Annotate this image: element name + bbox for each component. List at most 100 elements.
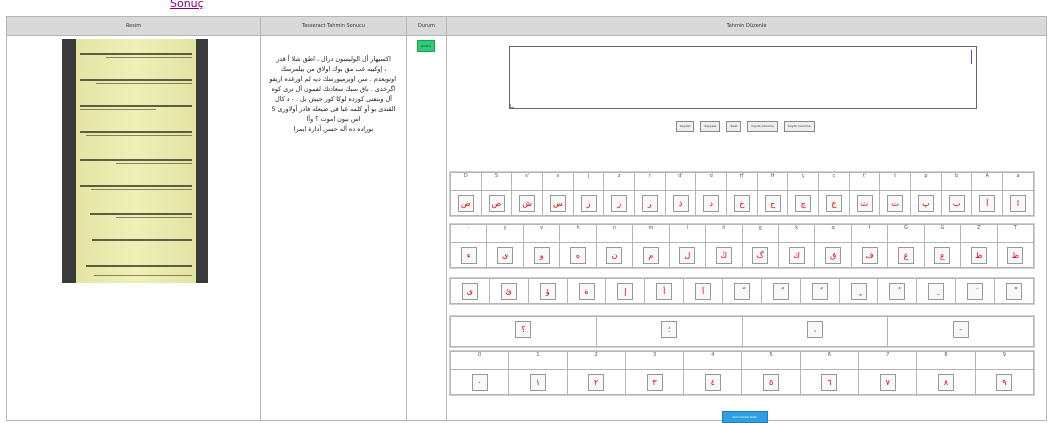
letter-key[interactable]: ح <box>764 195 781 212</box>
letter-key[interactable]: ذ <box>672 195 689 212</box>
edit-textarea[interactable] <box>509 46 977 109</box>
letter-key[interactable]: ص <box>488 195 505 212</box>
key-label: s <box>542 172 574 191</box>
kayitli-cevirme-button[interactable]: Kayıtlı Cevirme <box>747 121 778 132</box>
letter-key[interactable]: ص <box>457 195 474 212</box>
diacritic-key[interactable]: ى <box>461 283 478 300</box>
letter-key[interactable]: چ <box>795 195 812 212</box>
sesli-button[interactable]: Sesli <box>726 121 742 132</box>
letter-key[interactable]: خ <box>733 195 750 212</box>
diacritic-key[interactable]: ؤ <box>539 283 556 300</box>
letter-key[interactable]: ث <box>856 195 873 212</box>
key-label: 0 <box>449 351 510 370</box>
letter-key[interactable]: ط <box>1007 247 1024 264</box>
punctuation-key[interactable]: ؟ <box>515 321 532 338</box>
key-label: H <box>756 172 789 191</box>
key-label: g <box>741 224 779 243</box>
kopyala-button[interactable]: Kopyala <box>700 121 721 132</box>
sonuc-link[interactable]: Sonuç <box>170 0 204 10</box>
punctuation-key[interactable]: ؛ <box>661 321 678 338</box>
letter-key[interactable]: ل <box>679 247 696 264</box>
diacritic-key[interactable]: ً <box>811 283 828 300</box>
diacritic-key[interactable]: ِ <box>928 283 945 300</box>
status-badge[interactable]: Kontrol <box>417 40 435 52</box>
key-label: 1 <box>508 351 568 370</box>
letter-key[interactable]: ی <box>497 247 514 264</box>
key-label: r <box>634 172 666 191</box>
edit-buttons: Kaydet Kopyala Sesli Kayıtlı Cevirme Kayıtlı… <box>676 121 1046 132</box>
key-label: a <box>1002 172 1034 191</box>
digit-key[interactable]: ٨ <box>938 374 955 391</box>
kaydet-button[interactable]: Kaydet <box>676 121 695 132</box>
diacritic-key[interactable]: ٍ <box>850 283 867 300</box>
letter-key[interactable]: غ <box>897 247 914 264</box>
diacritic-key[interactable]: َ <box>967 283 984 300</box>
key-label: 2 <box>566 351 626 370</box>
ocr-cell: اکسیهار أل الوليسون درال ، اطق شلا أ قدر… <box>260 35 407 421</box>
letter-key[interactable]: ك <box>788 247 805 264</box>
letter-key[interactable]: ف <box>861 247 878 264</box>
digit-key[interactable]: ٠ <box>471 374 488 391</box>
diacritic-key[interactable]: ْ <box>1006 283 1023 300</box>
key-label: ñ <box>705 224 743 243</box>
key-label: 9 <box>974 351 1035 370</box>
keyboard-row-letters-2: -yvhnmlñgkqfĞGZT ء ی و ه ن م ل ڭ گ ك ق ف غ ع ظ ط <box>449 223 1035 269</box>
digit-key[interactable]: ٤ <box>704 374 721 391</box>
letter-key[interactable]: د <box>703 195 720 212</box>
key-label: ç <box>787 172 820 191</box>
letter-key[interactable]: ز <box>580 195 597 212</box>
key-label: f <box>850 224 889 243</box>
punctuation-key[interactable]: ، <box>806 321 823 338</box>
diacritic-key[interactable]: ُ <box>889 283 906 300</box>
key-label: A <box>971 172 1004 191</box>
key-label: d' <box>664 172 697 191</box>
letter-key[interactable]: آ <box>979 195 996 212</box>
digit-key[interactable]: ٩ <box>996 374 1013 391</box>
diacritic-key[interactable]: أ <box>656 283 673 300</box>
diacritic-key[interactable]: ئ <box>500 283 517 300</box>
letter-key[interactable]: ظ <box>970 247 987 264</box>
letter-key[interactable]: و <box>533 247 550 264</box>
diacritic-key[interactable]: ّ <box>733 283 750 300</box>
diacritic-key[interactable]: آ <box>695 283 712 300</box>
letter-key[interactable]: ق <box>825 247 842 264</box>
diacritic-key[interactable]: ة <box>578 283 595 300</box>
letter-key[interactable]: ء <box>460 247 477 264</box>
letter-key[interactable]: ه <box>570 247 587 264</box>
digit-key[interactable]: ٣ <box>646 374 663 391</box>
keyboard-row-punctuation: ؟ ؛ ، - <box>449 315 1035 348</box>
header-tesseract: Tesseract Tahmin Sonucu <box>260 16 407 36</box>
letter-key[interactable]: ا <box>1010 195 1027 212</box>
digit-key[interactable]: ٥ <box>763 374 780 391</box>
diacritic-key[interactable]: إ <box>617 283 634 300</box>
text-caret <box>971 50 972 64</box>
letter-key[interactable]: ن <box>606 247 623 264</box>
digit-key[interactable]: ١ <box>529 374 546 391</box>
key-label: l <box>668 224 707 243</box>
digit-key[interactable]: ٢ <box>588 374 605 391</box>
digit-key[interactable]: ٧ <box>879 374 896 391</box>
letter-key[interactable]: گ <box>752 247 769 264</box>
letter-key[interactable]: ب <box>948 195 965 212</box>
key-label: p <box>910 172 942 191</box>
letter-key[interactable]: ج <box>825 195 842 212</box>
digit-key[interactable]: ٦ <box>821 374 838 391</box>
resize-grip-icon[interactable] <box>510 104 514 108</box>
key-label: z <box>603 172 636 191</box>
submit-button[interactable]: Yeni Görsel Getir <box>722 411 768 423</box>
punctuation-key[interactable]: - <box>952 321 969 338</box>
header-tahmin-duzenle: Tahmin Düzenle <box>446 16 1047 36</box>
letter-key[interactable]: ر <box>641 195 658 212</box>
letter-key[interactable]: ع <box>934 247 951 264</box>
letter-key[interactable]: ز <box>611 195 628 212</box>
letter-key[interactable]: م <box>642 247 659 264</box>
letter-key[interactable]: ت <box>887 195 904 212</box>
letter-key[interactable]: ش <box>519 195 536 212</box>
key-label: 3 <box>624 351 685 370</box>
kayitli-cevirme-button-2[interactable]: Kayıtlı Cevirme <box>783 121 815 132</box>
letter-key[interactable]: پ <box>917 195 934 212</box>
letter-key[interactable]: ڭ <box>715 247 732 264</box>
key-label: D <box>450 172 482 191</box>
letter-key[interactable]: س <box>549 195 566 212</box>
diacritic-key[interactable]: ٌ <box>772 283 789 300</box>
